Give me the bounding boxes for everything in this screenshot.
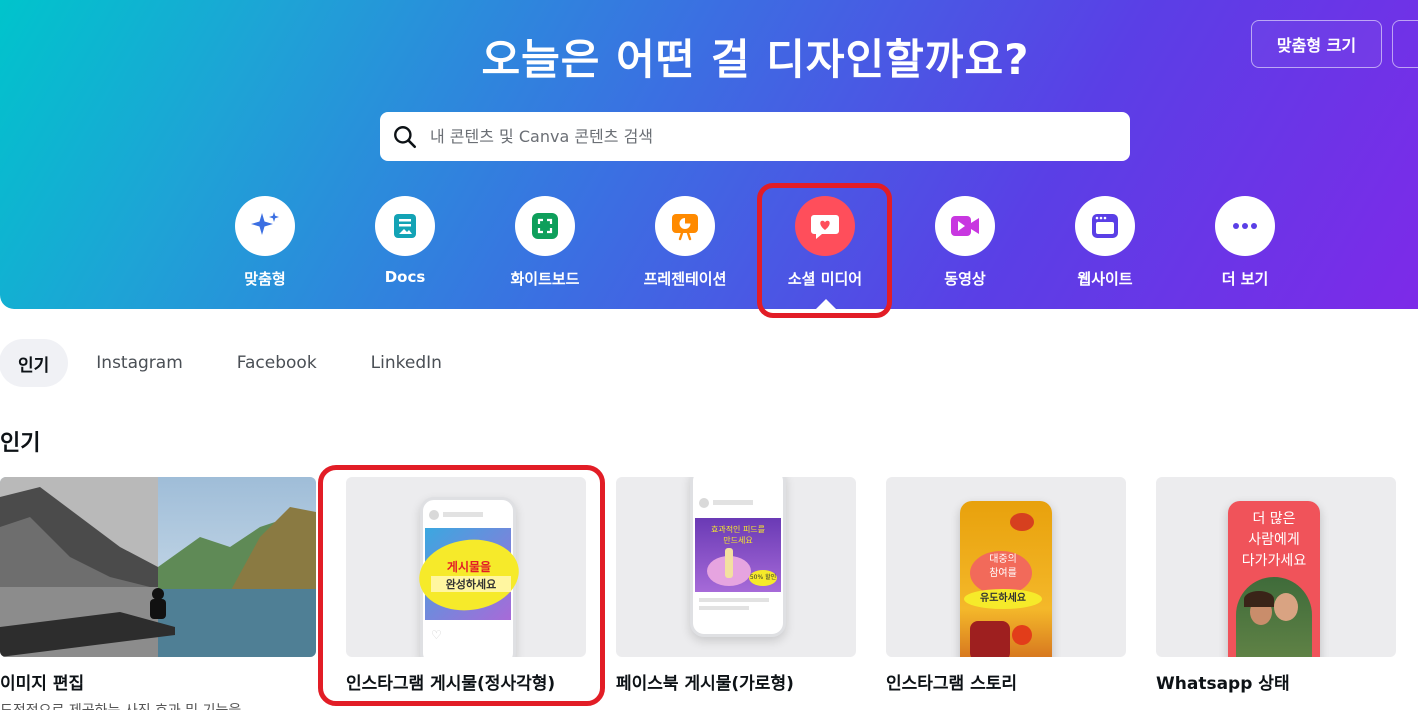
- hero-banner: 오늘은 어떤 걸 디자인할까요? 맞춤형 크기 맞춤형 Docs: [0, 0, 1418, 310]
- more-icon: [1215, 196, 1275, 256]
- category-label: 맞춤형: [244, 270, 286, 288]
- card-thumbnail: [0, 477, 316, 657]
- category-label: 화이트보드: [510, 270, 580, 288]
- overlay-text: 더 많은 사람에게 다가가세요: [1241, 511, 1307, 569]
- overlay-text: 대중의 참여를: [989, 554, 1017, 579]
- card-title: 페이스북 게시물(가로형): [616, 674, 794, 694]
- annotation-highlight-instagram-post: [318, 465, 605, 706]
- category-docs[interactable]: Docs: [350, 196, 460, 286]
- card-thumbnail: 효과적인 피드를 만드세요 50% 할인: [616, 477, 856, 657]
- presentation-icon: [655, 196, 715, 256]
- card-thumbnail: 대중의 참여를 유도하세요: [886, 477, 1126, 657]
- category-more[interactable]: 더 보기: [1190, 196, 1300, 289]
- template-card-facebook-post[interactable]: 효과적인 피드를 만드세요 50% 할인 페이스북 게시물(가로형): [616, 477, 856, 694]
- website-icon: [1075, 196, 1135, 256]
- upload-button[interactable]: [1392, 20, 1418, 68]
- custom-size-button[interactable]: 맞춤형 크기: [1251, 20, 1382, 68]
- card-title: Whatsapp 상태: [1156, 674, 1290, 694]
- category-video[interactable]: 동영상: [910, 196, 1020, 289]
- filter-tabs: 인기 Instagram Facebook LinkedIn: [0, 339, 470, 387]
- section-title: 인기: [0, 431, 41, 456]
- annotation-highlight-social-media: [757, 183, 892, 318]
- category-label: 더 보기: [1221, 270, 1269, 288]
- search-bar[interactable]: [380, 112, 1130, 161]
- video-icon: [935, 196, 995, 256]
- phone-mockup: 효과적인 피드를 만드세요 50% 할인: [690, 477, 786, 637]
- search-icon: [394, 125, 417, 148]
- hero-title: 오늘은 어떤 걸 디자인할까요?: [481, 35, 1030, 84]
- card-subtitle: 도전적으로 제공하는 사진 효과 및 기능을: [0, 700, 316, 710]
- category-custom[interactable]: 맞춤형: [210, 196, 320, 289]
- overlay-text: 효과적인 피드를 만드세요: [710, 525, 766, 545]
- overlay-text: 유도하세요: [964, 589, 1042, 609]
- category-presentation[interactable]: 프레젠테이션: [630, 196, 740, 289]
- lake-mountain-image: [0, 477, 316, 657]
- phone-mockup: 대중의 참여를 유도하세요: [960, 501, 1052, 657]
- category-label: 웹사이트: [1077, 270, 1133, 288]
- people-photo: [1236, 577, 1312, 657]
- whiteboard-icon: [515, 196, 575, 256]
- discount-badge: 50% 할인: [749, 570, 777, 586]
- template-card-whatsapp-status[interactable]: 더 많은 사람에게 다가가세요 Whatsapp 상태: [1156, 477, 1396, 694]
- template-card-image-edit[interactable]: 이미지 편집 도전적으로 제공하는 사진 효과 및 기능을: [0, 477, 316, 710]
- card-thumbnail: 더 많은 사람에게 다가가세요: [1156, 477, 1396, 657]
- sparkle-icon: [235, 196, 295, 256]
- card-title: 인스타그램 스토리: [886, 674, 1018, 694]
- search-input[interactable]: [430, 127, 1110, 146]
- tab-facebook[interactable]: Facebook: [211, 339, 343, 387]
- phone-mockup: 더 많은 사람에게 다가가세요: [1228, 501, 1320, 657]
- category-label: 동영상: [944, 270, 986, 288]
- category-label: 프레젠테이션: [643, 270, 727, 288]
- template-card-instagram-story[interactable]: 대중의 참여를 유도하세요 인스타그램 스토리: [886, 477, 1126, 694]
- tab-linkedin[interactable]: LinkedIn: [345, 339, 468, 387]
- card-title: 이미지 편집: [0, 674, 85, 694]
- category-label: Docs: [384, 268, 426, 286]
- category-website[interactable]: 웹사이트: [1050, 196, 1160, 289]
- docs-icon: [375, 196, 435, 256]
- category-whiteboard[interactable]: 화이트보드: [490, 196, 600, 289]
- tab-popular[interactable]: 인기: [0, 339, 69, 387]
- tab-instagram[interactable]: Instagram: [70, 339, 209, 387]
